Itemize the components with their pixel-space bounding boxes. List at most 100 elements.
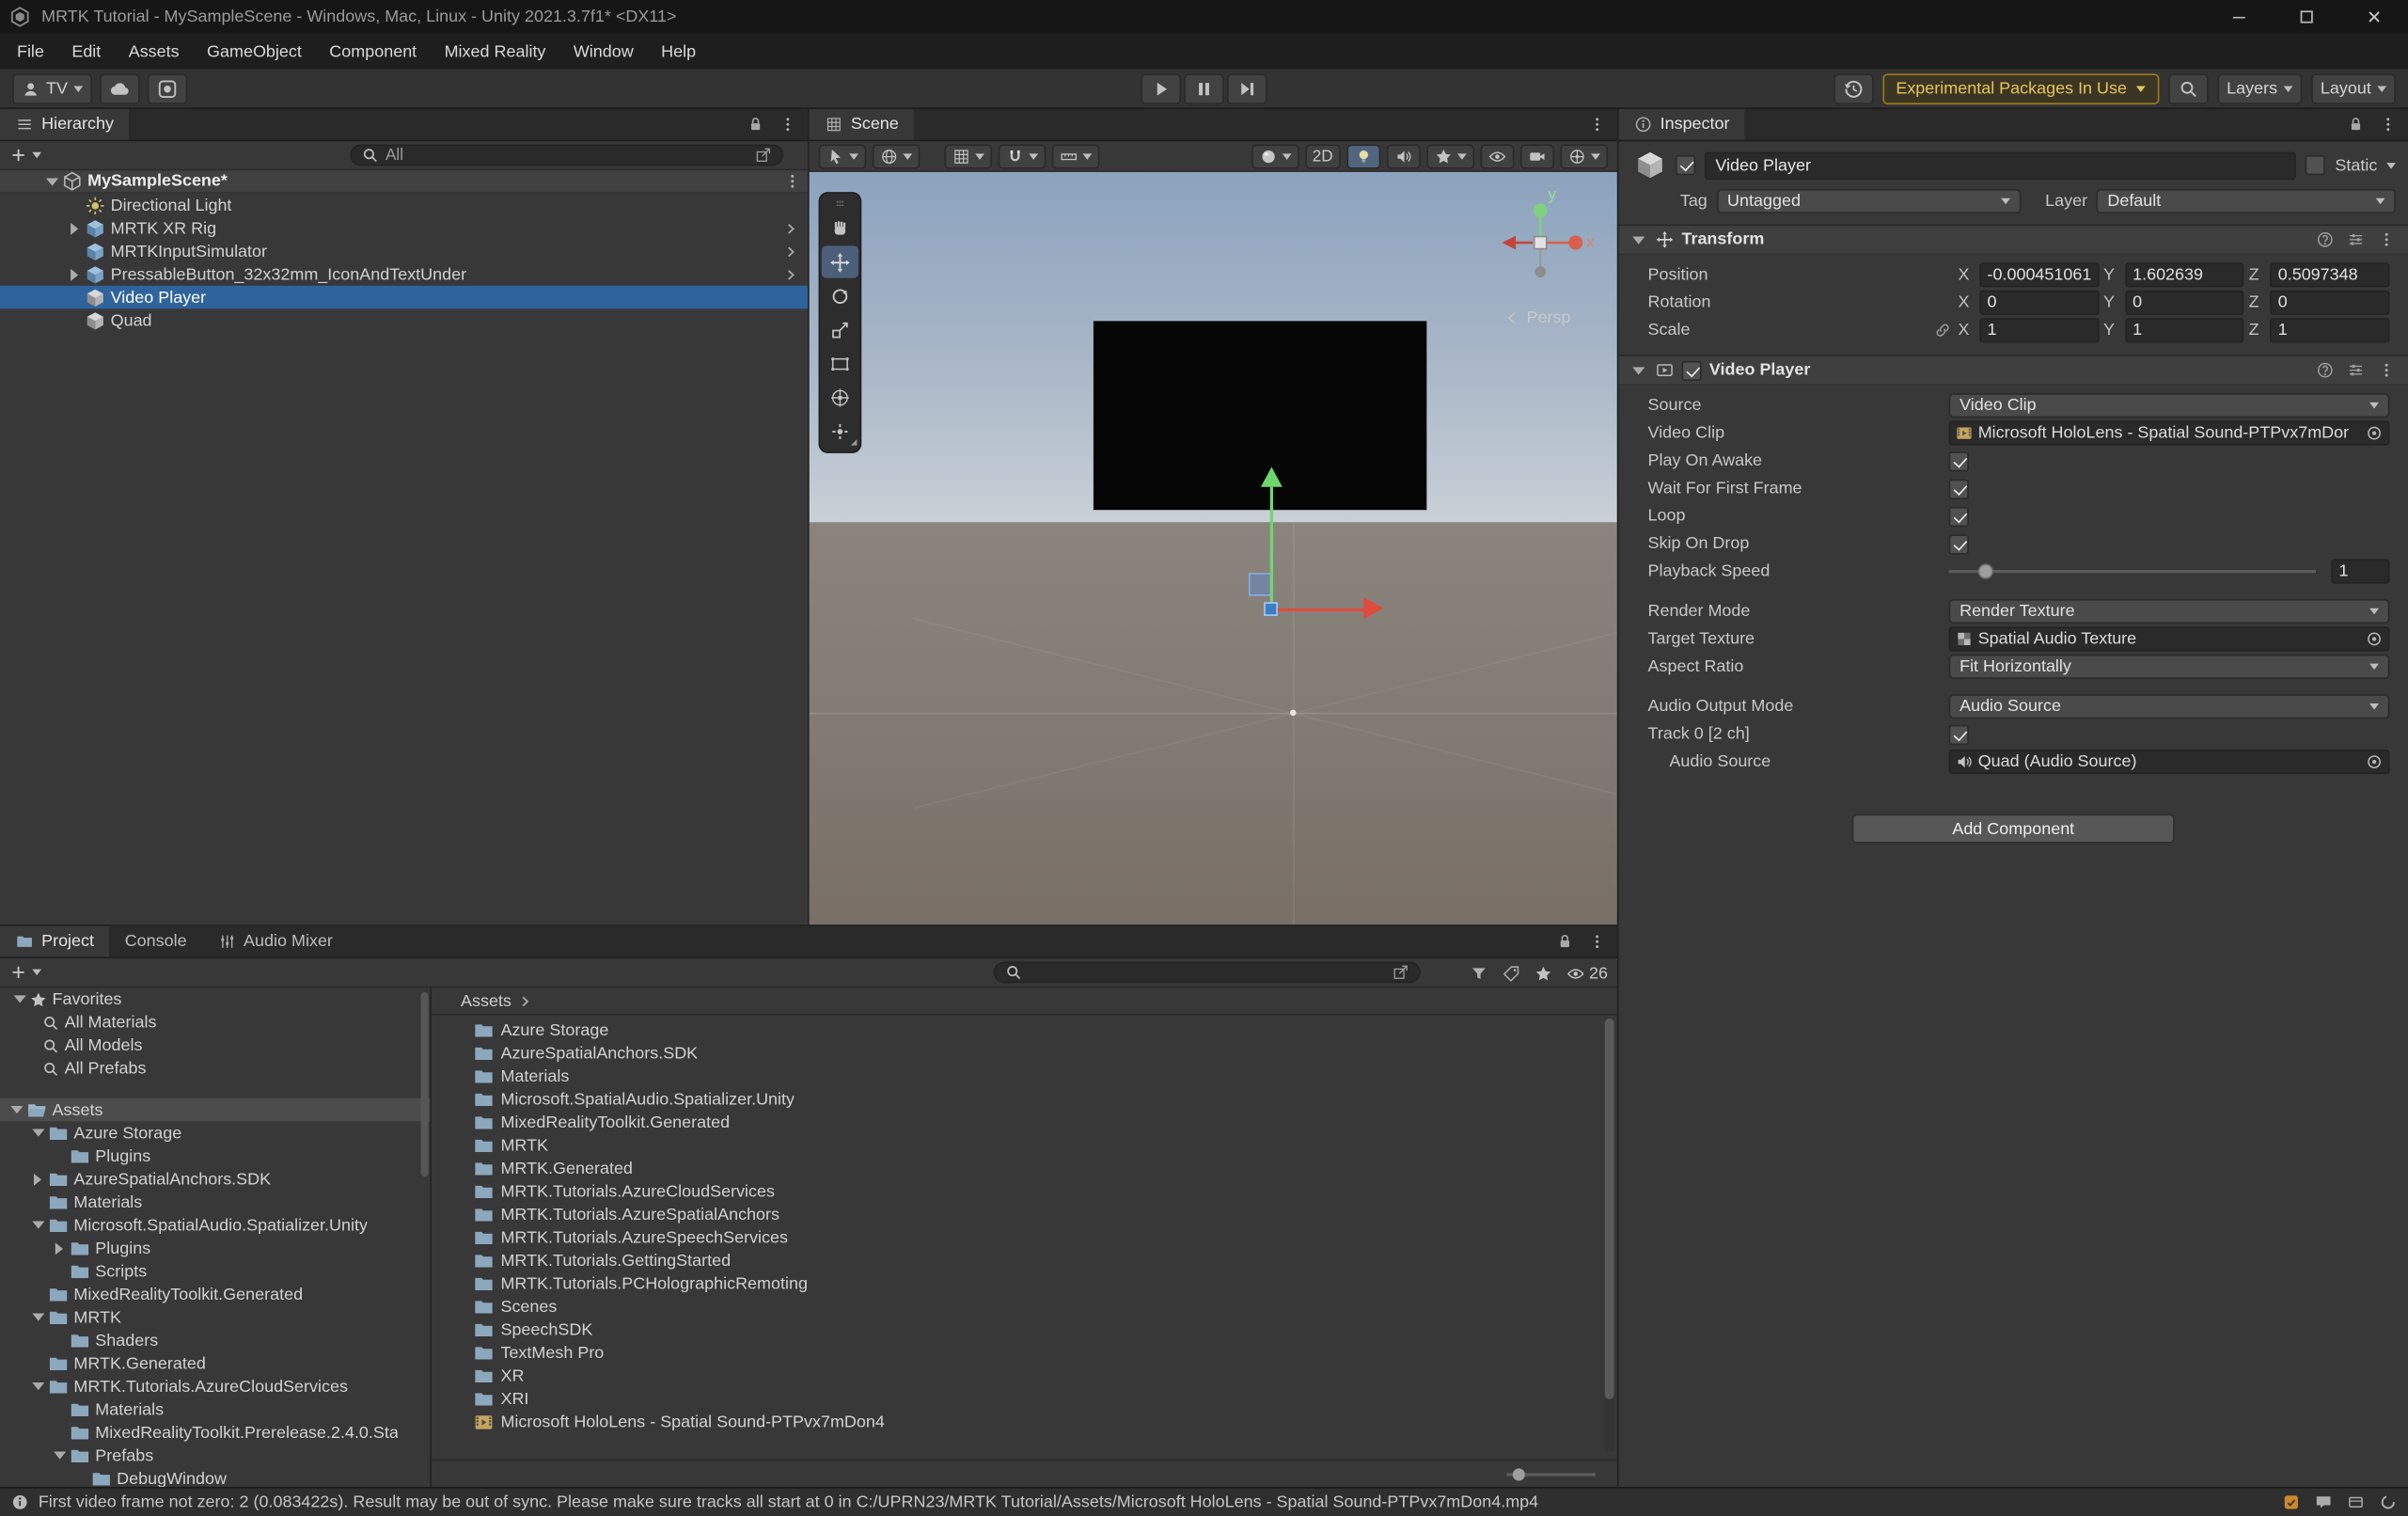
static-dropdown-icon[interactable] bbox=[2386, 162, 2396, 168]
expander-icon[interactable] bbox=[65, 218, 85, 238]
folder-debugwindow[interactable]: DebugWindow bbox=[0, 1467, 430, 1487]
loop-checkbox[interactable] bbox=[1949, 506, 1969, 526]
audio-button[interactable] bbox=[1387, 144, 1421, 168]
asset-xri[interactable]: XRI bbox=[432, 1387, 1602, 1410]
asset-mixedrealitytoolkit-generated[interactable]: MixedRealityToolkit.Generated bbox=[432, 1111, 1602, 1133]
lighting-button[interactable] bbox=[1346, 144, 1380, 168]
version-control-button[interactable] bbox=[148, 73, 187, 104]
custom-tool-button[interactable] bbox=[822, 415, 858, 447]
link-icon[interactable] bbox=[1933, 321, 1952, 340]
thumbnail-zoom-slider[interactable] bbox=[1506, 1473, 1596, 1476]
asset-azurespatialanchors-sdk[interactable]: AzureSpatialAnchors.SDK bbox=[432, 1041, 1602, 1064]
prefab-open-icon[interactable] bbox=[781, 219, 800, 238]
search-popout-icon[interactable] bbox=[1392, 963, 1410, 982]
search-by-label-icon[interactable] bbox=[1502, 964, 1520, 983]
transform-header[interactable]: Transform bbox=[1618, 224, 2408, 255]
list-scrollbar[interactable] bbox=[1605, 1019, 1614, 1452]
help-icon[interactable] bbox=[2316, 361, 2335, 380]
add-component-button[interactable]: Add Component bbox=[1852, 814, 2175, 844]
menu-assets[interactable]: Assets bbox=[115, 34, 193, 70]
hierarchy-search-input[interactable]: All bbox=[350, 145, 783, 166]
asset-speechsdk[interactable]: SpeechSDK bbox=[432, 1318, 1602, 1340]
gizmo-y-label[interactable]: y bbox=[1548, 186, 1556, 205]
status-activity-icon[interactable] bbox=[2282, 1493, 2301, 1512]
panel-menu-icon[interactable] bbox=[1588, 932, 1607, 951]
menu-window[interactable]: Window bbox=[559, 34, 647, 70]
object-picker-icon[interactable] bbox=[2365, 752, 2384, 771]
move-gizmo-center[interactable] bbox=[1264, 602, 1278, 616]
expander-icon[interactable] bbox=[49, 1445, 69, 1465]
rotation-y-field[interactable]: 0 bbox=[2125, 291, 2244, 315]
panel-menu-icon[interactable] bbox=[2379, 115, 2398, 134]
gizmo-x-label[interactable]: x bbox=[1586, 233, 1595, 252]
search-popout-icon[interactable] bbox=[754, 146, 773, 165]
asset-mrtk-tutorials-azurecloudservices[interactable]: MRTK.Tutorials.AzureCloudServices bbox=[432, 1179, 1602, 1202]
expander-icon[interactable] bbox=[9, 989, 29, 1009]
folder-shaders[interactable]: Shaders bbox=[0, 1329, 430, 1351]
hierarchy-item-directional-light[interactable]: Directional Light bbox=[0, 194, 808, 216]
menu-edit[interactable]: Edit bbox=[58, 34, 115, 70]
layer-dropdown[interactable]: Default bbox=[2097, 189, 2396, 213]
lock-icon[interactable] bbox=[2347, 115, 2366, 134]
playback-speed-slider[interactable] bbox=[1949, 570, 2316, 573]
move-gizmo-plane-handle[interactable] bbox=[1249, 573, 1271, 595]
static-checkbox[interactable] bbox=[2306, 155, 2325, 175]
project-search-input[interactable] bbox=[994, 961, 1421, 983]
panel-menu-icon[interactable] bbox=[779, 115, 797, 134]
asset-mrtk-tutorials-azurespatialanchors[interactable]: MRTK.Tutorials.AzureSpatialAnchors bbox=[432, 1203, 1602, 1225]
view-tool-button[interactable] bbox=[822, 212, 858, 244]
expander-icon[interactable] bbox=[1628, 229, 1647, 249]
asset-mrtk-tutorials-gettingstarted[interactable]: MRTK.Tutorials.GettingStarted bbox=[432, 1249, 1602, 1271]
rotate-tool-button[interactable] bbox=[822, 279, 858, 311]
menu-file[interactable]: File bbox=[3, 34, 57, 70]
video-player-header[interactable]: Video Player bbox=[1618, 355, 2408, 386]
folder-assets[interactable]: Assets bbox=[0, 1098, 430, 1121]
status-cache-icon[interactable] bbox=[2347, 1493, 2366, 1512]
menu-component[interactable]: Component bbox=[316, 34, 431, 70]
tree-scrollbar[interactable] bbox=[421, 992, 429, 1176]
move-gizmo-y-axis[interactable] bbox=[1270, 487, 1273, 610]
tool-settings-button[interactable] bbox=[819, 144, 867, 168]
expander-icon[interactable] bbox=[7, 1099, 26, 1119]
play-on-awake-checkbox[interactable] bbox=[1949, 450, 1969, 470]
hierarchy-item-mrtk-xr-rig[interactable]: MRTK XR Rig bbox=[0, 216, 808, 239]
cloud-button[interactable] bbox=[100, 73, 139, 104]
position-y-field[interactable]: 1.602639 bbox=[2125, 262, 2244, 287]
menu-mixed-reality[interactable]: Mixed Reality bbox=[431, 34, 559, 70]
tag-dropdown[interactable]: Untagged bbox=[1717, 189, 2021, 213]
effects-button[interactable] bbox=[1426, 144, 1474, 168]
expander-icon[interactable] bbox=[41, 171, 61, 191]
search-by-type-icon[interactable] bbox=[1470, 964, 1488, 983]
component-enabled-checkbox[interactable] bbox=[1681, 360, 1701, 380]
search-button[interactable] bbox=[2168, 73, 2208, 104]
component-menu-icon[interactable] bbox=[2377, 361, 2396, 380]
expander-icon[interactable] bbox=[27, 1169, 47, 1189]
scrollbar-thumb[interactable] bbox=[1605, 1019, 1614, 1399]
tab-audio-mixer[interactable]: Audio Mixer bbox=[202, 926, 348, 957]
lock-icon[interactable] bbox=[747, 115, 765, 134]
object-picker-icon[interactable] bbox=[2365, 630, 2384, 649]
slider-thumb[interactable] bbox=[1978, 563, 1993, 578]
favorites-header[interactable]: Favorites bbox=[0, 987, 430, 1010]
scene-viewport[interactable]: y x Persp bbox=[810, 172, 1617, 924]
camera-button[interactable] bbox=[1520, 144, 1554, 168]
scale-z-field[interactable]: 1 bbox=[2271, 318, 2390, 342]
menu-gameobject[interactable]: GameObject bbox=[193, 34, 315, 70]
asset-xr[interactable]: XR bbox=[432, 1364, 1602, 1386]
tab-console[interactable]: Console bbox=[109, 926, 202, 957]
hidden-packages-toggle[interactable]: 26 bbox=[1566, 964, 1609, 983]
folder-plugins[interactable]: Plugins bbox=[0, 1145, 430, 1167]
folder-scripts[interactable]: Scripts bbox=[0, 1259, 430, 1282]
expander-icon[interactable] bbox=[27, 1123, 47, 1143]
favorite-all-prefabs[interactable]: All Prefabs bbox=[0, 1057, 430, 1080]
layout-dropdown[interactable]: Layout bbox=[2311, 73, 2396, 104]
target-texture-object-field[interactable]: Spatial Audio Texture bbox=[1949, 626, 2390, 651]
account-button[interactable]: TV bbox=[12, 73, 92, 104]
asset-microsoft-hololens-spatial-sound-ptpvx7mdon4[interactable]: Microsoft HoloLens - Spatial Sound-PTPvx… bbox=[432, 1410, 1602, 1432]
snap-magnet-button[interactable] bbox=[999, 144, 1047, 168]
panel-menu-icon[interactable] bbox=[1588, 115, 1607, 134]
object-picker-icon[interactable] bbox=[2365, 424, 2384, 443]
track-0-2-ch-checkbox[interactable] bbox=[1949, 724, 1969, 744]
step-button[interactable] bbox=[1227, 73, 1267, 104]
asset-azure-storage[interactable]: Azure Storage bbox=[432, 1019, 1602, 1041]
